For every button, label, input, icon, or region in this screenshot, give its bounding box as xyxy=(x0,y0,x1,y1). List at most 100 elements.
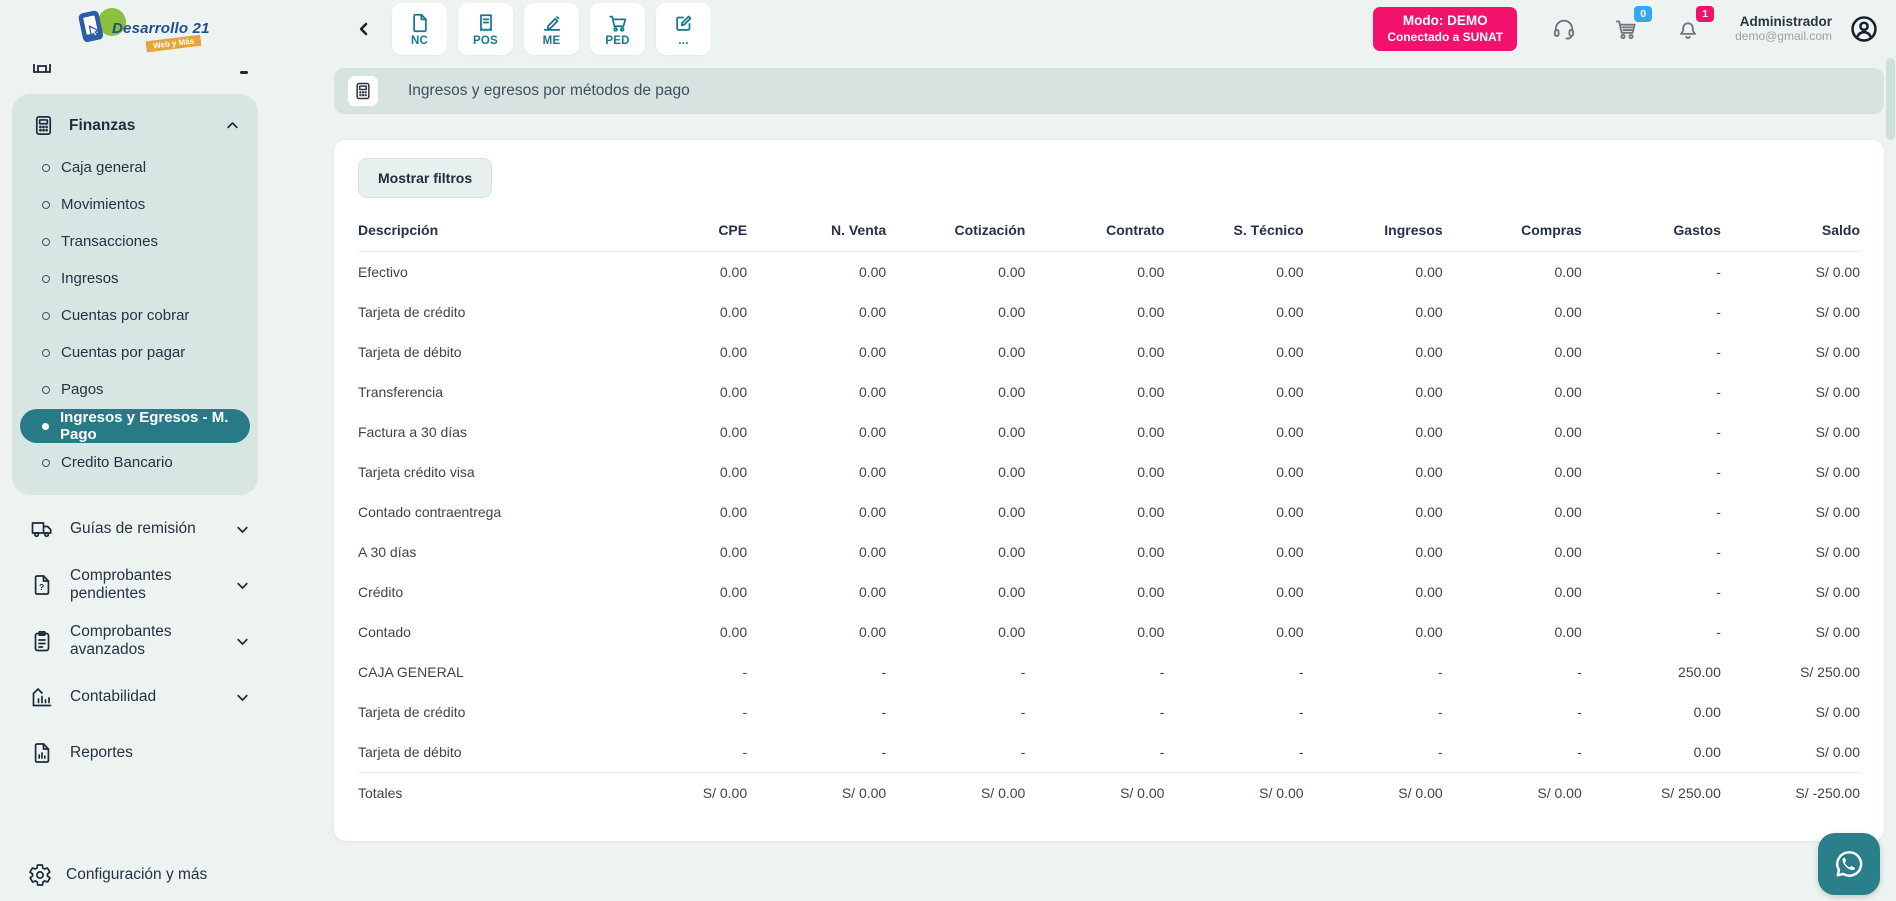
column-header: S. Técnico xyxy=(1164,210,1303,252)
sidebar-item-movimientos[interactable]: Movimientos xyxy=(12,186,258,223)
sidebar-item-ingresos-egresos-m-pago[interactable]: Ingresos y Egresos - M. Pago xyxy=(20,409,250,443)
sidebar-item-cuentas-por-cobrar[interactable]: Cuentas por cobrar xyxy=(12,297,258,334)
cell: - xyxy=(1582,612,1721,652)
cell: 0.00 xyxy=(1582,732,1721,773)
sidebar-item-transacciones[interactable]: Transacciones xyxy=(12,223,258,260)
nc-button[interactable]: NC xyxy=(392,3,447,55)
sidebar-item-pagos[interactable]: Pagos xyxy=(12,371,258,408)
sidebar-item-guias-de-remision[interactable]: Guías de remisión xyxy=(0,501,270,557)
cell: - xyxy=(886,652,1025,692)
page-scrollbar[interactable] xyxy=(1885,0,1896,901)
menu-item-label: Guías de remisión xyxy=(70,520,235,538)
cell: S/ 0.00 xyxy=(1721,332,1860,372)
sidebar-item-comprobantes-pendientes[interactable]: ? Comprobantes pendientes xyxy=(0,557,270,613)
sidebar-item-label: Pagos xyxy=(61,381,104,398)
pos-button[interactable]: POS xyxy=(458,3,513,55)
cell: 0.00 xyxy=(1164,532,1303,572)
cell: 0.00 xyxy=(1304,372,1443,412)
app-logo[interactable]: Desarrollo 21 Web y Más xyxy=(60,8,210,60)
sidebar-item-clipped[interactable] xyxy=(30,64,248,82)
avatar-icon xyxy=(1848,13,1880,45)
cell: - xyxy=(608,732,747,773)
sidebar-item-contabilidad[interactable]: Contabilidad xyxy=(0,669,270,725)
cell: 0.00 xyxy=(1443,412,1582,452)
cell: S/ 0.00 xyxy=(1721,612,1860,652)
user-email: demo@gmail.com xyxy=(1735,29,1832,43)
sidebar-group-header-finanzas[interactable]: Finanzas xyxy=(12,104,258,149)
content-card: Mostrar filtros DescripciónCPEN. VentaCo… xyxy=(334,140,1884,841)
sidebar-item-caja-general[interactable]: Caja general xyxy=(12,149,258,186)
cell: - xyxy=(747,652,886,692)
demo-mode-badge[interactable]: Modo: DEMO Conectado a SUNAT xyxy=(1373,7,1517,50)
cell: 0.00 xyxy=(1443,372,1582,412)
table-row: CAJA GENERAL-------250.00S/ 250.00 xyxy=(358,652,1860,692)
whatsapp-button[interactable] xyxy=(1818,833,1880,895)
row-label: Tarjeta de débito xyxy=(358,332,608,372)
sidebar-item-label: Movimientos xyxy=(61,196,145,213)
cell: - xyxy=(1582,372,1721,412)
cell: 0.00 xyxy=(1164,452,1303,492)
cell: S/ 0.00 xyxy=(1721,452,1860,492)
main-area: NC POS ME PED xyxy=(270,0,1896,901)
cell: 0.00 xyxy=(886,612,1025,652)
user-info[interactable]: Administrador demo@gmail.com xyxy=(1735,14,1832,43)
svg-text:?: ? xyxy=(39,582,44,592)
cell: 0.00 xyxy=(608,252,747,293)
cell: - xyxy=(608,692,747,732)
more-documents-button[interactable]: ... xyxy=(656,3,711,55)
table-head: DescripciónCPEN. VentaCotizaciónContrato… xyxy=(358,210,1860,252)
cell: 0.00 xyxy=(886,372,1025,412)
cell: S/ 0.00 xyxy=(1443,773,1582,814)
cell: 0.00 xyxy=(608,532,747,572)
cell: 0.00 xyxy=(1304,292,1443,332)
sidebar-item-comprobantes-avanzados[interactable]: Comprobantes avanzados xyxy=(0,613,270,669)
cell: 0.00 xyxy=(1164,612,1303,652)
cell: - xyxy=(1582,292,1721,332)
show-filters-button[interactable]: Mostrar filtros xyxy=(358,158,492,198)
back-button[interactable] xyxy=(350,15,378,43)
sidebar-item-ingresos[interactable]: Ingresos xyxy=(12,260,258,297)
cell: - xyxy=(1582,252,1721,293)
scrollbar-thumb[interactable] xyxy=(1886,58,1895,140)
cell: 250.00 xyxy=(1582,652,1721,692)
row-label: Transferencia xyxy=(358,372,608,412)
ped-button[interactable]: PED xyxy=(590,3,645,55)
cell: 0.00 xyxy=(747,292,886,332)
cell: S/ 0.00 xyxy=(1164,773,1303,814)
table-header-row: DescripciónCPEN. VentaCotizaciónContrato… xyxy=(358,210,1860,252)
cart-button[interactable]: 0 xyxy=(1611,14,1641,44)
cell: 0.00 xyxy=(886,492,1025,532)
bar-chart-icon xyxy=(30,685,54,709)
row-label: Tarjeta de débito xyxy=(358,732,608,773)
avatar-button[interactable] xyxy=(1848,13,1880,45)
me-button[interactable]: ME xyxy=(524,3,579,55)
cell: 0.00 xyxy=(608,372,747,412)
table-row: Efectivo0.000.000.000.000.000.000.00-S/ … xyxy=(358,252,1860,293)
cell: 0.00 xyxy=(1164,292,1303,332)
sidebar-item-credito-bancario[interactable]: Credito Bancario xyxy=(12,444,258,481)
bullet-icon xyxy=(42,238,50,246)
cell: S/ 250.00 xyxy=(1721,652,1860,692)
cell: 0.00 xyxy=(886,452,1025,492)
receipt-icon xyxy=(475,12,497,34)
support-button[interactable] xyxy=(1549,14,1579,44)
chevron-down-icon xyxy=(235,690,250,705)
table-row: Tarjeta de crédito0.000.000.000.000.000.… xyxy=(358,292,1860,332)
cell: - xyxy=(1582,492,1721,532)
cell: 0.00 xyxy=(608,612,747,652)
cell: - xyxy=(1582,532,1721,572)
cell: 0.00 xyxy=(747,572,886,612)
cell: 0.00 xyxy=(1025,292,1164,332)
cell: 0.00 xyxy=(608,332,747,372)
column-header: Contrato xyxy=(1025,210,1164,252)
cell: - xyxy=(1025,732,1164,773)
cell: - xyxy=(1582,412,1721,452)
table-row: Contado contraentrega0.000.000.000.000.0… xyxy=(358,492,1860,532)
sidebar-item-cuentas-por-pagar[interactable]: Cuentas por pagar xyxy=(12,334,258,371)
cell: 0.00 xyxy=(747,332,886,372)
sidebar-item-reportes[interactable]: Reportes xyxy=(0,725,270,781)
chevron-down-icon xyxy=(235,578,250,593)
sidebar-item-configuracion[interactable]: Configuración y más xyxy=(0,849,270,901)
column-header: Gastos xyxy=(1582,210,1721,252)
notifications-button[interactable]: 1 xyxy=(1673,14,1703,44)
